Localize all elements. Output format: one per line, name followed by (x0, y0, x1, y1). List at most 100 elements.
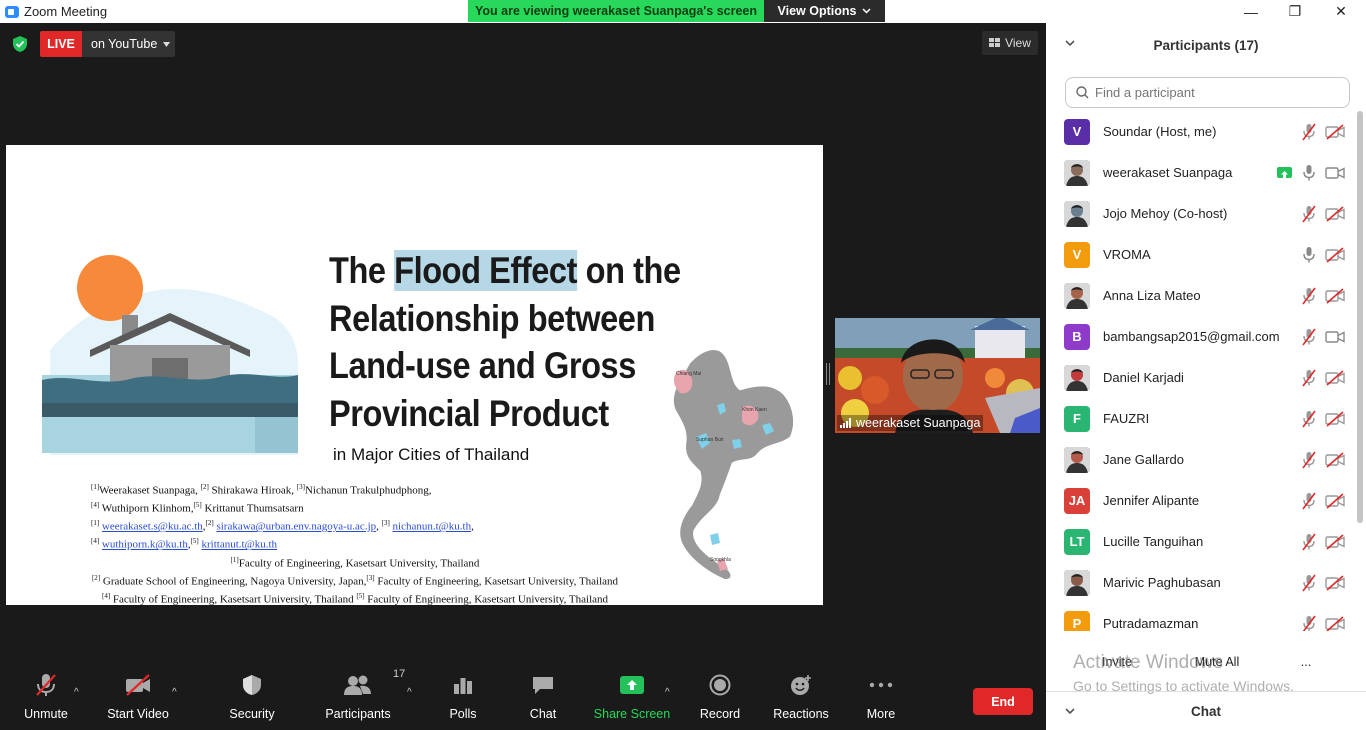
email-link[interactable]: sirakawa@urban.env.nagoya-u.ac.jp (216, 521, 376, 533)
microphone-muted-icon[interactable] (1301, 410, 1317, 428)
end-meeting-button[interactable]: End (973, 688, 1033, 715)
email-link[interactable]: wuthiporn.k@ku.th (102, 539, 188, 551)
participant-list-scrollbar[interactable] (1356, 111, 1364, 523)
participant-row[interactable]: V VROMA (1046, 234, 1356, 275)
maximize-button[interactable]: ❐ (1272, 0, 1318, 23)
video-camera-icon[interactable] (1325, 165, 1345, 181)
participant-name: FAUZRI (1103, 411, 1150, 426)
record-button[interactable]: Record (698, 667, 742, 730)
viewing-screen-banner: You are viewing weerakaset Suanpaga's sc… (468, 0, 764, 22)
video-camera-off-icon[interactable] (1325, 451, 1345, 468)
microphone-muted-icon[interactable] (1301, 451, 1317, 469)
view-label: View (1005, 36, 1031, 50)
participant-row[interactable]: weerakaset Suanpaga (1046, 152, 1356, 193)
video-camera-off-icon[interactable] (1325, 123, 1345, 140)
unmute-button[interactable]: Unmute (22, 667, 70, 730)
participant-name: Marivic Paghubasan (1103, 575, 1221, 590)
video-camera-off-icon[interactable] (1325, 533, 1345, 550)
video-camera-off-icon[interactable] (1325, 574, 1345, 591)
participant-name: VROMA (1103, 247, 1151, 262)
participants-button[interactable]: 17 Participants (323, 667, 405, 730)
participant-row[interactable]: P Putradamazman (1046, 603, 1356, 631)
microphone-icon[interactable] (1301, 246, 1317, 264)
live-stream-dropdown[interactable]: on YouTube (82, 31, 175, 57)
highlighted-text: Flood Effect (394, 250, 578, 291)
participant-name: Jojo Mehoy (Co-host) (1103, 206, 1228, 221)
participant-list: V Soundar (Host, me) weerakaset Suanpaga Jo… (1046, 111, 1356, 631)
microphone-icon[interactable] (1301, 164, 1317, 182)
share-options-caret-icon[interactable]: ^ (665, 687, 670, 698)
reactions-button[interactable]: Reactions (770, 667, 832, 730)
email-link[interactable]: nichanun.t@ku.th (393, 521, 472, 533)
participant-name: Daniel Karjadi (1103, 370, 1184, 385)
microphone-muted-icon[interactable] (1301, 123, 1317, 141)
more-options-button[interactable]: ... (1294, 649, 1318, 675)
chat-bubble-icon (533, 677, 553, 694)
microphone-muted-icon[interactable] (1301, 574, 1317, 592)
avatar: LT (1064, 528, 1090, 555)
close-button[interactable]: ✕ (1318, 0, 1364, 23)
invite-button[interactable]: Invite (1094, 649, 1140, 675)
video-camera-off-icon[interactable] (1325, 205, 1345, 222)
participant-row[interactable]: F FAUZRI (1046, 398, 1356, 439)
participants-footer: Invite Mute All ... (1046, 643, 1366, 683)
scrollbar-thumb[interactable] (1357, 111, 1363, 523)
microphone-muted-icon[interactable] (1301, 205, 1317, 223)
participant-row[interactable]: V Soundar (Host, me) (1046, 111, 1356, 152)
video-camera-off-icon[interactable] (1325, 615, 1345, 631)
microphone-muted-icon[interactable] (1301, 533, 1317, 551)
collapse-chevron-icon[interactable] (1064, 37, 1076, 49)
video-camera-off-icon[interactable] (1325, 246, 1345, 263)
view-options-button[interactable]: View Options (764, 0, 885, 22)
participant-row[interactable]: JA Jennifer Alipante (1046, 480, 1356, 521)
chat-section-header[interactable]: Chat (1046, 691, 1366, 730)
security-button[interactable]: Security (229, 667, 275, 730)
grid-view-icon (989, 38, 1001, 47)
polls-button[interactable]: Polls (445, 667, 481, 730)
video-camera-off-icon[interactable] (1325, 287, 1345, 304)
audio-options-caret-icon[interactable]: ^ (74, 687, 79, 698)
signal-strength-icon (840, 418, 851, 428)
participant-video-tile[interactable]: weerakaset Suanpaga (835, 318, 1040, 433)
mute-all-button[interactable]: Mute All (1189, 649, 1245, 675)
participant-row[interactable]: Anna Liza Mateo (1046, 275, 1356, 316)
microphone-muted-icon[interactable] (1301, 287, 1317, 305)
video-camera-off-icon[interactable] (1325, 492, 1345, 509)
record-icon (709, 674, 731, 696)
email-link[interactable]: krittanut.t@ku.th (202, 539, 278, 551)
video-camera-off-icon[interactable] (1325, 410, 1345, 427)
participant-row[interactable]: Daniel Karjadi (1046, 357, 1356, 398)
participant-name: Anna Liza Mateo (1103, 288, 1201, 303)
microphone-muted-icon[interactable] (1301, 615, 1317, 631)
participant-name: Jennifer Alipante (1103, 493, 1200, 508)
share-screen-button[interactable]: Share Screen (594, 667, 670, 730)
live-badge[interactable]: LIVE (40, 31, 82, 57)
participant-row[interactable]: Marivic Paghubasan (1046, 562, 1356, 603)
video-camera-icon[interactable] (1325, 329, 1345, 345)
minimize-button[interactable]: — (1228, 0, 1274, 23)
flooded-house-illustration (42, 255, 298, 455)
chat-button[interactable]: Chat (525, 667, 561, 730)
video-options-caret-icon[interactable]: ^ (172, 687, 177, 698)
more-button[interactable]: More (861, 667, 901, 730)
search-input[interactable] (1095, 85, 1335, 100)
participant-row[interactable]: Bbambangsap2015@gmail.com (1046, 316, 1356, 357)
video-resize-handle[interactable] (826, 363, 830, 385)
participant-search[interactable] (1065, 77, 1350, 108)
video-camera-off-icon[interactable] (1325, 369, 1345, 386)
participant-row[interactable]: LT Lucille Tanguihan (1046, 521, 1356, 562)
microphone-muted-icon[interactable] (1301, 369, 1317, 387)
participant-row[interactable]: Jojo Mehoy (Co-host) (1046, 193, 1356, 234)
microphone-muted-icon[interactable] (1301, 492, 1317, 510)
map-label: Khon Kaen (742, 407, 767, 413)
participants-panel: Participants (17) V Soundar (Host, me) wee… (1046, 23, 1366, 730)
participant-row[interactable]: Jane Gallardo (1046, 439, 1356, 480)
participants-options-caret-icon[interactable]: ^ (407, 687, 412, 698)
microphone-muted-icon[interactable] (1301, 328, 1317, 346)
start-video-button[interactable]: Start Video (106, 667, 170, 730)
participant-name: Soundar (Host, me) (1103, 124, 1217, 139)
collapse-chevron-icon[interactable] (1064, 705, 1076, 717)
view-button[interactable]: View (982, 31, 1038, 55)
security-shield-icon[interactable] (12, 35, 28, 53)
email-link[interactable]: weerakaset.s@ku.ac.th (102, 521, 203, 533)
